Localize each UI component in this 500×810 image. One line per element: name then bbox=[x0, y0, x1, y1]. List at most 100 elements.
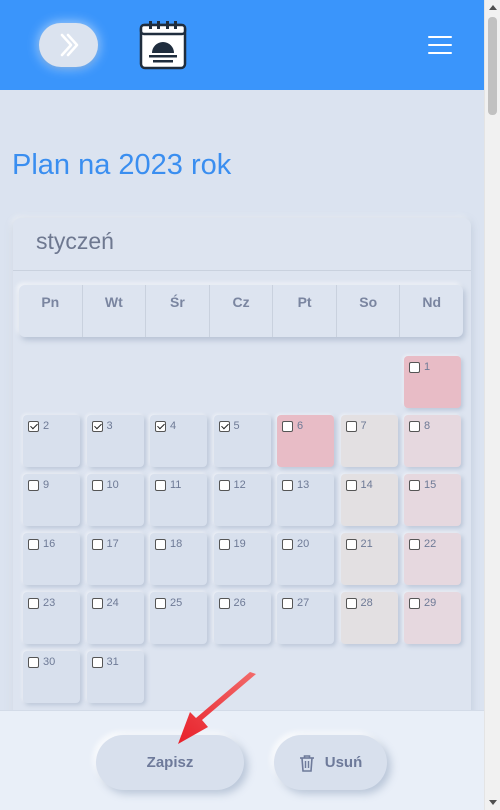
day-cell[interactable]: 25 bbox=[150, 592, 207, 644]
day-checkbox[interactable] bbox=[91, 421, 103, 432]
trash-icon bbox=[299, 754, 314, 772]
day-cell[interactable]: 7 bbox=[340, 415, 398, 467]
day-cell[interactable]: 19 bbox=[213, 533, 271, 585]
page-scrollbar[interactable] bbox=[484, 0, 500, 810]
day-checkbox[interactable] bbox=[409, 480, 420, 491]
day-cell[interactable]: 3 bbox=[86, 415, 144, 467]
day-checkbox[interactable] bbox=[28, 539, 39, 550]
day-checkbox[interactable] bbox=[155, 539, 166, 550]
day-checkbox[interactable] bbox=[28, 421, 39, 432]
day-checkbox[interactable] bbox=[155, 421, 166, 432]
day-number: 9 bbox=[43, 479, 50, 491]
day-checkbox[interactable] bbox=[155, 480, 166, 491]
day-cell[interactable]: 8 bbox=[404, 415, 461, 467]
scrollbar-thumb[interactable] bbox=[488, 17, 497, 115]
day-number: 24 bbox=[106, 597, 119, 609]
day-number: 5 bbox=[233, 420, 240, 432]
day-cell[interactable]: 13 bbox=[277, 474, 334, 526]
top-bar bbox=[0, 0, 484, 90]
save-button[interactable]: Zapisz bbox=[96, 735, 244, 790]
day-checkbox[interactable] bbox=[218, 421, 230, 432]
empty-day-cell bbox=[277, 356, 334, 408]
day-cell[interactable]: 9 bbox=[23, 474, 80, 526]
day-cell[interactable]: 27 bbox=[277, 592, 334, 644]
day-cell[interactable]: 26 bbox=[213, 592, 271, 644]
day-cell[interactable]: 16 bbox=[23, 533, 80, 585]
day-cell[interactable]: 21 bbox=[340, 533, 398, 585]
day-checkbox[interactable] bbox=[28, 598, 39, 609]
scroll-down-icon[interactable] bbox=[489, 800, 497, 805]
hamburger-menu-button[interactable] bbox=[428, 36, 452, 55]
day-checkbox[interactable] bbox=[282, 421, 293, 432]
day-cell[interactable]: 2 bbox=[23, 415, 80, 467]
day-cell[interactable]: 17 bbox=[86, 533, 144, 585]
day-number: 6 bbox=[297, 420, 304, 432]
day-cell[interactable]: 4 bbox=[150, 415, 207, 467]
scroll-up-icon[interactable] bbox=[489, 5, 497, 10]
day-checkbox[interactable] bbox=[409, 598, 420, 609]
day-cell[interactable]: 22 bbox=[404, 533, 461, 585]
day-checkbox[interactable] bbox=[218, 598, 230, 609]
day-checkbox[interactable] bbox=[91, 598, 103, 609]
weekday-label: Pn bbox=[19, 285, 83, 337]
day-cell[interactable]: 29 bbox=[404, 592, 461, 644]
day-checkbox[interactable] bbox=[155, 598, 166, 609]
day-checkbox[interactable] bbox=[345, 539, 357, 550]
day-cell[interactable]: 14 bbox=[340, 474, 398, 526]
day-cell[interactable]: 5 bbox=[213, 415, 271, 467]
day-checkbox[interactable] bbox=[91, 480, 103, 491]
day-cell[interactable]: 15 bbox=[404, 474, 461, 526]
day-cell[interactable]: 20 bbox=[277, 533, 334, 585]
day-cell[interactable]: 24 bbox=[86, 592, 144, 644]
day-number: 2 bbox=[43, 420, 50, 432]
day-cell[interactable]: 30 bbox=[23, 651, 80, 703]
day-checkbox[interactable] bbox=[345, 480, 357, 491]
day-cell[interactable]: 11 bbox=[150, 474, 207, 526]
delete-button-label: Usuń bbox=[324, 754, 363, 771]
nav-toggle-button[interactable] bbox=[39, 23, 98, 67]
weekday-label: Pt bbox=[273, 285, 337, 337]
day-number: 17 bbox=[106, 538, 119, 550]
day-number: 18 bbox=[170, 538, 183, 550]
weekday-label: Śr bbox=[146, 285, 210, 337]
delete-button[interactable]: Usuń bbox=[274, 735, 387, 790]
day-number: 26 bbox=[233, 597, 246, 609]
day-cell[interactable]: 18 bbox=[150, 533, 207, 585]
day-checkbox[interactable] bbox=[282, 480, 293, 491]
day-checkbox[interactable] bbox=[282, 598, 293, 609]
app-logo[interactable] bbox=[139, 20, 187, 70]
day-checkbox[interactable] bbox=[282, 539, 293, 550]
day-cell[interactable]: 31 bbox=[86, 651, 144, 703]
month-name: styczeń bbox=[36, 228, 114, 254]
day-checkbox[interactable] bbox=[28, 657, 39, 668]
day-checkbox[interactable] bbox=[409, 539, 420, 550]
day-cell[interactable]: 12 bbox=[213, 474, 271, 526]
day-checkbox[interactable] bbox=[345, 421, 357, 432]
day-number: 4 bbox=[170, 420, 177, 432]
day-cell[interactable]: 1 bbox=[404, 356, 461, 408]
day-checkbox[interactable] bbox=[218, 539, 230, 550]
empty-day-cell bbox=[214, 356, 271, 408]
day-checkbox[interactable] bbox=[409, 362, 420, 373]
day-number: 31 bbox=[106, 656, 119, 668]
day-cell[interactable]: 28 bbox=[340, 592, 398, 644]
save-button-label: Zapisz bbox=[146, 754, 194, 771]
day-checkbox[interactable] bbox=[345, 598, 357, 609]
day-number: 28 bbox=[360, 597, 373, 609]
day-checkbox[interactable] bbox=[28, 480, 39, 491]
day-cell[interactable]: 6 bbox=[277, 415, 334, 467]
empty-day-cell bbox=[341, 356, 398, 408]
day-cell[interactable]: 23 bbox=[23, 592, 80, 644]
weekday-label: So bbox=[337, 285, 401, 337]
day-number: 12 bbox=[233, 479, 246, 491]
day-checkbox[interactable] bbox=[218, 480, 230, 491]
day-checkbox[interactable] bbox=[91, 657, 103, 668]
day-cell[interactable]: 10 bbox=[86, 474, 144, 526]
day-number: 29 bbox=[424, 597, 437, 609]
day-number: 19 bbox=[233, 538, 246, 550]
day-checkbox[interactable] bbox=[409, 421, 420, 432]
day-checkbox[interactable] bbox=[91, 539, 103, 550]
day-number: 20 bbox=[297, 538, 310, 550]
weekday-label: Nd bbox=[422, 294, 442, 310]
day-number: 8 bbox=[424, 420, 431, 432]
